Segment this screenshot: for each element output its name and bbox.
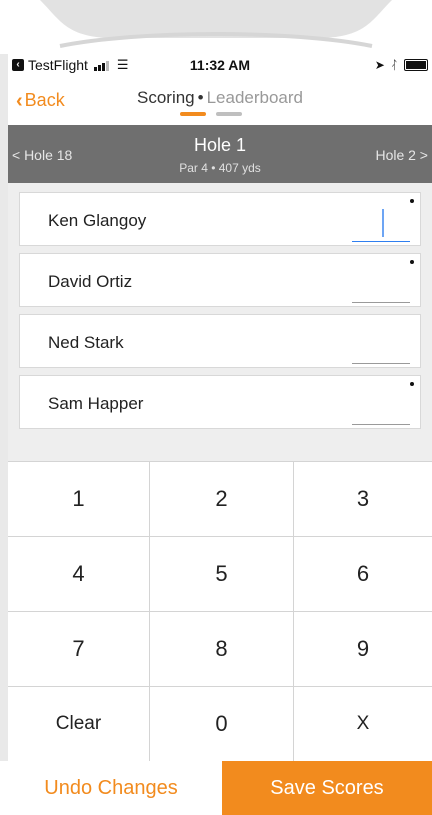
nav-bar: ‹ Back Scoring • Leaderboard <box>8 80 432 124</box>
clear-key[interactable]: Clear <box>8 687 150 762</box>
device-left-bezel <box>0 54 8 761</box>
key-0[interactable]: 0 <box>150 687 294 762</box>
tab-leaderboard[interactable]: Leaderboard <box>207 88 303 107</box>
player-name: David Ortiz <box>48 272 133 291</box>
key-1[interactable]: 1 <box>8 462 150 537</box>
key-5[interactable]: 5 <box>150 537 294 612</box>
segment-control: Scoring • Leaderboard <box>8 88 432 108</box>
player-row-ken-glangoy[interactable]: Ken Glangoy <box>19 192 421 246</box>
key-2[interactable]: 2 <box>150 462 294 537</box>
next-hole-button[interactable]: Hole 2 > <box>375 147 428 163</box>
hole-subtitle: Par 4 • 407 yds <box>179 161 261 175</box>
player-row-david-ortiz[interactable]: David Ortiz <box>19 253 421 307</box>
bluetooth-icon: ᛮ <box>390 58 398 72</box>
delete-key[interactable]: X <box>294 687 432 762</box>
number-keypad: 1 2 3 4 5 6 7 8 9 Clear 0 X <box>8 461 432 762</box>
segment-separator: • <box>197 88 204 107</box>
battery-icon <box>404 59 428 71</box>
score-input[interactable] <box>352 209 410 242</box>
player-name: Ned Stark <box>48 333 124 352</box>
status-right: ➤ ᛮ <box>375 58 428 72</box>
status-dot-icon <box>410 199 414 203</box>
status-bar: ‹ TestFlight ☰ 11:32 AM ➤ ᛮ <box>8 54 432 76</box>
key-9[interactable]: 9 <box>294 612 432 687</box>
player-name: Sam Happer <box>48 394 144 413</box>
leaderboard-indicator <box>216 112 242 116</box>
player-name: Ken Glangoy <box>48 211 147 230</box>
player-row-ned-stark[interactable]: Ned Stark <box>19 314 421 368</box>
scoring-indicator <box>180 112 206 116</box>
status-dot-icon <box>410 382 414 386</box>
status-dot-icon <box>410 260 414 264</box>
key-6[interactable]: 6 <box>294 537 432 612</box>
location-icon: ➤ <box>374 58 385 72</box>
bottom-action-bar: Undo Changes Save Scores <box>0 761 432 815</box>
key-3[interactable]: 3 <box>294 462 432 537</box>
player-list: Ken Glangoy David Ortiz Ned Stark Sam Ha… <box>8 183 432 461</box>
score-input[interactable] <box>352 392 410 425</box>
device-top-frame <box>0 0 432 54</box>
segment-indicators <box>180 112 242 116</box>
player-row-sam-happer[interactable]: Sam Happer <box>19 375 421 429</box>
save-scores-button[interactable]: Save Scores <box>222 761 432 815</box>
hole-header: < Hole 18 Hole 1 Par 4 • 407 yds Hole 2 … <box>8 125 432 183</box>
tab-scoring[interactable]: Scoring <box>137 88 195 107</box>
undo-changes-button[interactable]: Undo Changes <box>0 761 222 815</box>
key-4[interactable]: 4 <box>8 537 150 612</box>
status-time: 11:32 AM <box>189 57 251 73</box>
hole-title: Hole 1 <box>193 135 247 155</box>
key-7[interactable]: 7 <box>8 612 150 687</box>
text-cursor <box>382 209 384 237</box>
score-input[interactable] <box>352 331 410 364</box>
score-input[interactable] <box>352 270 410 303</box>
key-8[interactable]: 8 <box>150 612 294 687</box>
